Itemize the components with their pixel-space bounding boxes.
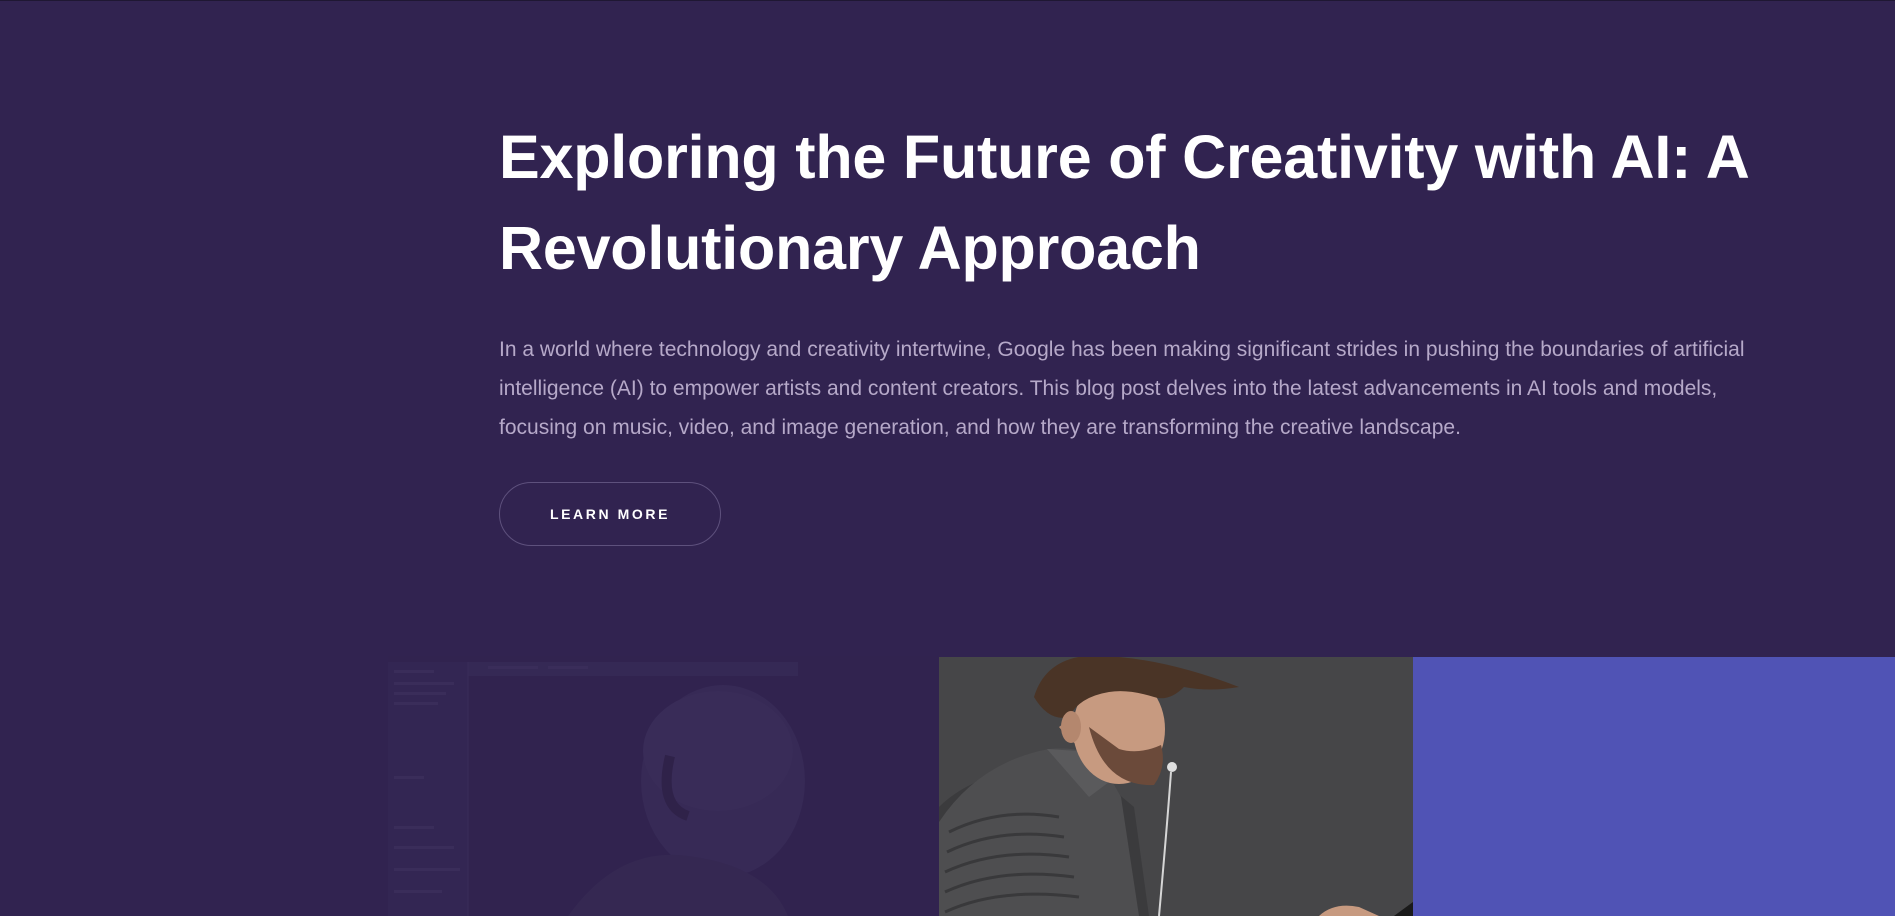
top-divider (0, 0, 1895, 1)
man-with-earphones-illustration (939, 657, 1413, 916)
faded-background-image (388, 656, 938, 916)
hero-title-line-2: Revolutionary Approach (499, 214, 1201, 282)
hero-description: In a world where technology and creativi… (499, 338, 1745, 439)
learn-more-button[interactable]: LEARN MORE (499, 482, 721, 546)
hero-title: Exploring the Future of Creativity with … (499, 112, 1799, 294)
musician-photo (939, 657, 1413, 916)
hero-title-line-1: Exploring the Future of Creativity with … (499, 123, 1750, 191)
hero-section: Exploring the Future of Creativity with … (499, 112, 1799, 447)
accent-color-block (1413, 657, 1895, 916)
